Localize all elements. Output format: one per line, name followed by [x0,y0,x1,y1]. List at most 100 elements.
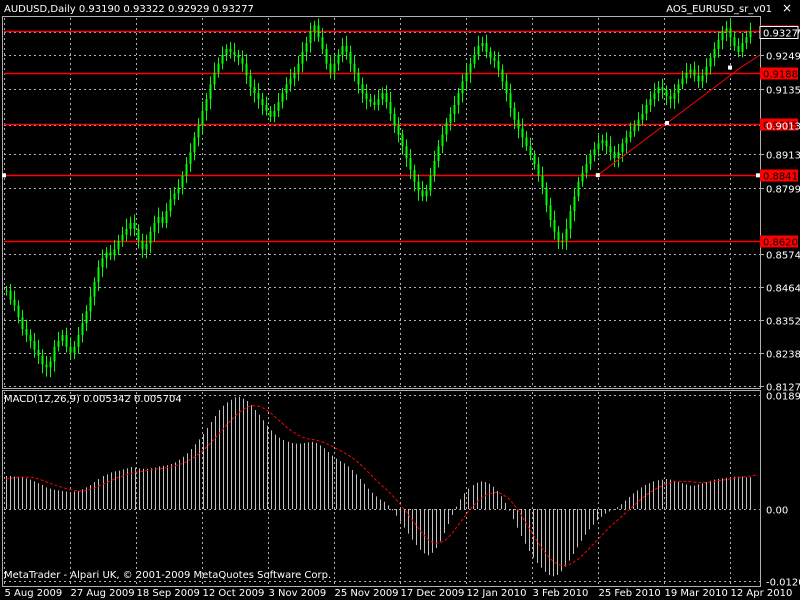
price-tick-label: 0.8913 [766,151,800,162]
candle-body [673,93,676,100]
candle-body [641,113,644,120]
trendline-anchor [665,121,670,126]
candle-body [529,146,532,156]
candle-body [9,290,12,300]
candle-body [105,252,108,259]
candle-body [613,152,616,159]
candle-body [485,43,488,52]
candle-body [517,119,520,129]
candle-body [577,181,580,197]
candle-body [353,63,356,73]
candle-body [481,43,484,47]
candle-body [689,69,692,73]
date-tick-label: 25 Nov 2009 [335,588,399,599]
candle-body [701,75,704,82]
candle-body [337,54,340,64]
candle-body [693,69,696,76]
candle-body [185,163,188,176]
candle-body [717,40,720,49]
candle-body [629,131,632,138]
candle-body [597,143,600,150]
candle-body [181,175,184,188]
candle-body [221,54,224,64]
date-tick-label: 19 Mar 2010 [665,588,728,599]
chart-canvas: 0.933120.918850.901570.884140.86203 0.93… [0,0,800,600]
candle-body [681,78,684,85]
candle-body [721,31,724,41]
candle-body [553,219,556,232]
candle-body [209,84,212,100]
current-price-label: 0.93277 [763,29,800,40]
candle-body [469,63,472,73]
candle-body [261,99,264,105]
candle-body [25,329,28,335]
copyright-text: MetaTrader - Alpari UK, © 2001-2009 Meta… [4,570,332,581]
candle-body [565,228,568,241]
candle-body [137,228,140,241]
candle-body [121,234,124,241]
candle-body [305,43,308,52]
candle-body [325,48,328,64]
candle-body [649,99,652,105]
candle-body [285,84,288,94]
candle-body [177,187,180,194]
candle-body [349,51,352,64]
candle-body [241,57,244,64]
candle-body [369,99,372,103]
symbol-header: AUDUSD,Daily 0.93190 0.93322 0.92929 0.9… [4,4,254,15]
candle-body [329,63,332,73]
candle-body [101,258,104,268]
date-tick-label: 17 Dec 2009 [401,588,465,599]
candle-body [269,110,272,117]
candle-body [45,364,48,368]
candle-body [365,93,368,100]
candle-body [557,231,560,241]
candle-body [625,137,628,144]
candle-body [65,334,68,347]
candle-body [545,187,548,206]
candle-body [213,72,216,85]
candle-body [525,137,528,147]
candle-body [709,57,712,67]
candle-body [405,146,408,159]
sr-price-label: 0.88414 [763,172,800,183]
candle-body [621,143,624,153]
candle-body [361,84,364,94]
close-icon[interactable]: × [782,2,792,14]
date-tick-label: 12 Oct 2009 [203,588,265,599]
candle-body [749,31,752,38]
candle-body [169,199,172,212]
candle-body [589,155,592,164]
candle-body [537,163,540,176]
candle-body [697,75,700,82]
candle-body [653,93,656,100]
candle-body [117,240,120,250]
candle-body [253,87,256,94]
date-tick-label: 27 Aug 2009 [71,588,135,599]
candle-body [533,155,536,164]
candle-body [493,57,496,61]
candle-body [109,252,112,256]
candle-body [501,69,504,82]
candle-body [593,149,596,156]
candle-body [201,110,204,126]
candle-body [189,152,192,164]
candle-body [341,46,344,55]
candle-body [157,217,160,223]
candle-body [289,78,292,85]
candle-body [309,31,312,44]
candle-body [397,125,400,135]
candle-body [89,296,92,312]
price-tick-label: 0.9013 [766,122,800,133]
candle-body [421,190,424,197]
candle-body [321,37,324,49]
candle-body [429,175,432,191]
date-tick-label: 3 Nov 2009 [269,588,327,599]
candle-body [609,146,612,153]
candle-body [205,99,208,111]
candle-body [729,28,732,38]
candle-body [297,63,300,73]
candle-body [505,81,508,94]
candle-body [29,334,32,341]
candle-body [645,104,648,114]
